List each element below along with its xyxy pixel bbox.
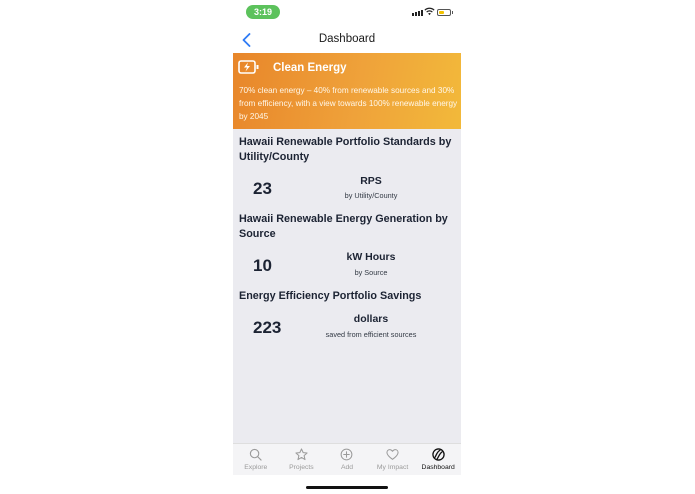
search-icon <box>250 448 262 461</box>
tab-my-impact[interactable]: My Impact <box>370 444 416 475</box>
clean-energy-banner: Clean Energy 70% clean energy – 40% from… <box>233 53 461 129</box>
page-title: Dashboard <box>318 33 376 45</box>
tab-label-explore: Explore <box>244 464 268 471</box>
tab-dashboard[interactable]: Dashboard <box>415 444 461 475</box>
tab-label-add: Add <box>340 464 354 471</box>
metric-value-generation: 10 <box>253 256 272 275</box>
tab-add[interactable]: Add <box>324 444 370 475</box>
status-time: 3:19 <box>246 5 280 19</box>
tab-explore[interactable]: Explore <box>233 444 279 475</box>
metric-subtitle-efficiency: saved from efficient sources <box>325 330 417 339</box>
wifi-icon <box>424 7 435 16</box>
tab-label-projects: Projects <box>289 464 314 471</box>
banner-title: Clean Energy <box>273 62 347 74</box>
metric-subtitle-generation: by Source <box>354 268 388 277</box>
section-title-generation[interactable]: Hawaii Renewable Energy Generation by So… <box>239 212 459 242</box>
add-circle-icon <box>341 448 353 461</box>
metric-value-rps: 23 <box>253 179 272 198</box>
battery-charging-icon <box>238 60 259 74</box>
metric-unit-rps: RPS <box>360 175 382 187</box>
section-title-efficiency[interactable]: Energy Efficiency Portfolio Savings <box>239 289 459 304</box>
tab-label-my-impact: My Impact <box>376 464 409 471</box>
tab-bar: Explore Projects Add My Impact Dashboard <box>233 443 461 475</box>
tab-projects[interactable]: Projects <box>279 444 325 475</box>
dashboard-content: Hawaii Renewable Portfolio Standards by … <box>233 129 461 443</box>
tab-label-dashboard: Dashboard <box>421 464 455 471</box>
cellular-signal-icon <box>412 10 423 16</box>
metric-unit-efficiency: dollars <box>353 313 389 325</box>
navigation-bar: Dashboard <box>233 26 461 53</box>
section-title-rps[interactable]: Hawaii Renewable Portfolio Standards by … <box>239 135 459 165</box>
metric-value-efficiency: 223 <box>253 318 282 337</box>
home-indicator[interactable] <box>306 486 388 489</box>
metric-unit-generation: kW Hours <box>346 251 396 263</box>
heart-icon <box>386 449 399 460</box>
metric-subtitle-rps: by Utility/County <box>344 191 398 200</box>
status-bar: 3:19 <box>233 0 461 26</box>
star-icon <box>295 448 308 461</box>
battery-icon <box>437 9 453 16</box>
banner-description: 70% clean energy – 40% from renewable so… <box>239 86 458 121</box>
dashboard-icon <box>431 448 445 461</box>
phone-screen: 3:19 Dashboard Clean Energy 70% clean en… <box>233 0 461 494</box>
